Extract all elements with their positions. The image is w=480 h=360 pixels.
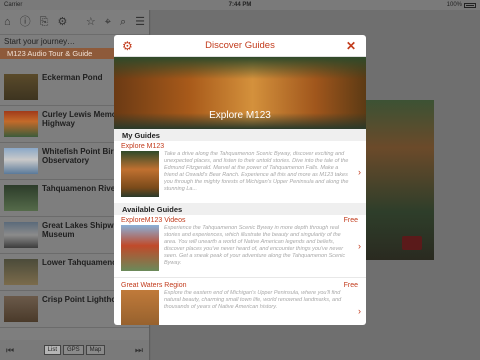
stop-title: Lower Tahquamenon	[42, 258, 122, 267]
sidebar-toolbar: ⌂ ⓘ ⎘ ⚙ ☆ ⌖ ⌕ ☰	[0, 10, 149, 34]
view-map-tab[interactable]: Map	[85, 345, 106, 355]
location-icon[interactable]: ⌖	[105, 16, 111, 28]
previous-stop-icon[interactable]: ⏮	[6, 345, 14, 356]
guide-body: Experience the Tahquamenon Scenic Byway …	[114, 225, 366, 274]
guide-price: Free	[343, 216, 358, 224]
info-icon[interactable]: ⓘ	[20, 16, 31, 28]
guide-thumbnail	[121, 151, 159, 197]
guide-title-row: ExploreM123 Videos Free	[114, 215, 366, 225]
discover-guides-modal: ⚙ Discover Guides ✕ Explore M123 My Guid…	[114, 35, 366, 325]
guide-card[interactable]: ExploreM123 Videos Free Experience the T…	[114, 215, 366, 274]
my-guides-section-header: My Guides	[114, 129, 366, 141]
guide-title: Explore M123	[121, 142, 165, 150]
available-guides-section-header: Available Guides	[114, 203, 366, 215]
home-icon[interactable]: ⌂	[4, 16, 11, 28]
guide-title: ExploreM123 Videos	[121, 216, 186, 224]
guide-card[interactable]: Explore M123 Take a drive along the Tahq…	[114, 141, 366, 200]
status-bar: Carrier 7:44 PM 100%	[0, 0, 480, 10]
chevron-right-icon[interactable]: ›	[358, 306, 361, 316]
close-icon[interactable]: ✕	[346, 39, 356, 53]
view-list-tab[interactable]: List	[43, 345, 61, 355]
guide-title-row: Great Waters Region Free	[114, 280, 366, 290]
sidebar-bottom-bar: ⏮ List GPS Map ⏭	[0, 340, 149, 360]
guide-description: Explore the eastern end of Michigan's Up…	[164, 290, 342, 310]
stop-thumbnail	[4, 148, 38, 174]
stop-thumbnail	[4, 111, 38, 137]
guide-thumbnail	[121, 290, 159, 325]
stop-thumbnail	[4, 259, 38, 285]
guide-card[interactable]: Great Waters Region Free Explore the eas…	[114, 280, 366, 325]
favorite-icon[interactable]: ☆	[86, 16, 96, 28]
stop-title: Eckerman Pond	[42, 73, 103, 82]
stop-thumbnail	[4, 74, 38, 100]
share-icon[interactable]: ⎘	[40, 16, 49, 28]
chevron-right-icon[interactable]: ›	[358, 167, 361, 177]
divider	[114, 277, 366, 278]
stop-thumbnail	[4, 222, 38, 248]
guide-price: Free	[343, 281, 358, 289]
menu-icon[interactable]: ☰	[135, 16, 145, 28]
modal-title: Discover Guides	[205, 40, 275, 51]
guide-title: Great Waters Region	[121, 281, 187, 289]
guide-description: Experience the Tahquamenon Scenic Byway …	[164, 225, 346, 266]
modal-header: ⚙ Discover Guides ✕	[114, 35, 366, 57]
chevron-right-icon[interactable]: ›	[358, 241, 361, 251]
hero-waterfall-image: Explore M123	[114, 57, 366, 129]
view-gps-tab[interactable]: GPS	[63, 345, 84, 355]
guide-title-row: Explore M123	[114, 141, 366, 151]
hero-caption: Explore M123	[209, 110, 271, 121]
next-stop-icon[interactable]: ⏭	[135, 345, 143, 356]
settings-icon[interactable]: ⚙	[57, 16, 67, 28]
stop-thumbnail	[4, 185, 38, 211]
background-badge	[402, 236, 422, 250]
search-icon[interactable]: ⌕	[120, 16, 126, 28]
battery-icon	[464, 2, 476, 8]
guide-thumbnail	[121, 225, 159, 271]
clock: 7:44 PM	[228, 2, 252, 8]
guide-description: Take a drive along the Tahquamenon Sceni…	[164, 151, 349, 192]
background-stop-photo	[366, 100, 434, 260]
guide-body: Explore the eastern end of Michigan's Up…	[114, 290, 366, 325]
stop-thumbnail	[4, 296, 38, 322]
gear-icon[interactable]: ⚙	[122, 39, 133, 53]
guide-body: Take a drive along the Tahquamenon Sceni…	[114, 151, 366, 200]
